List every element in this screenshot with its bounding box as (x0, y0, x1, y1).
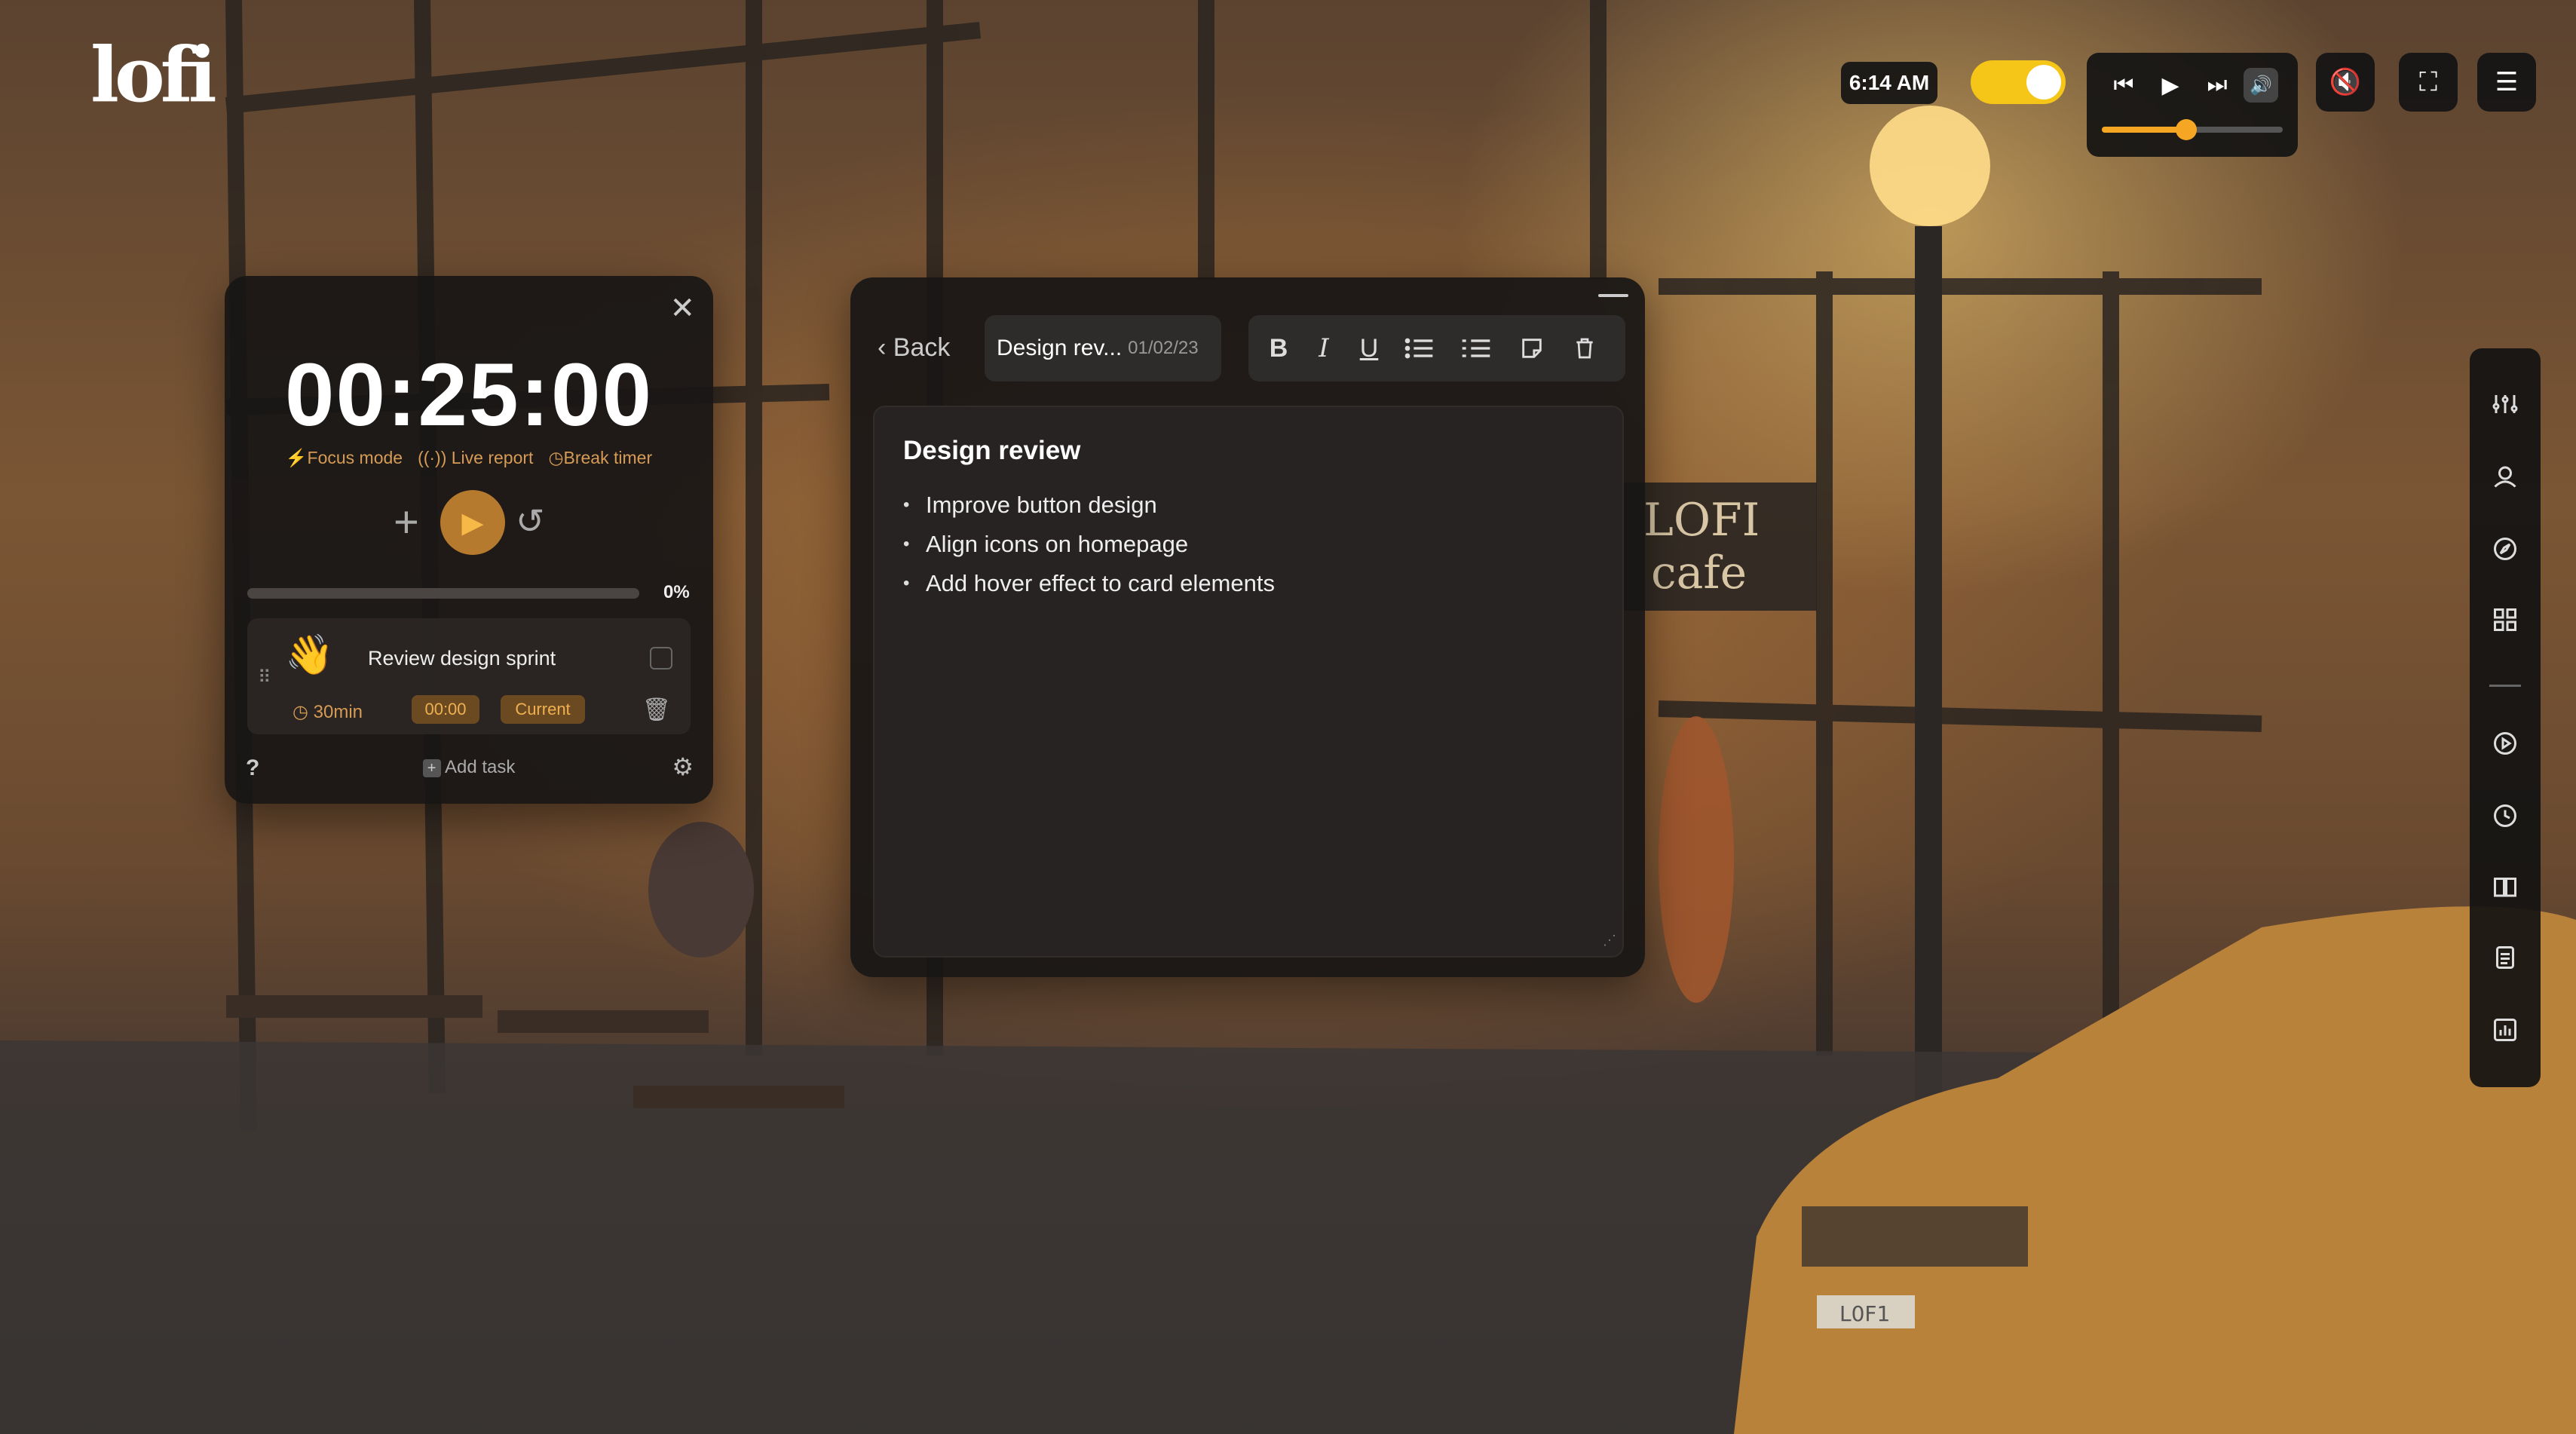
minimize-icon[interactable] (1598, 294, 1628, 297)
broadcast-icon: ((·)) (418, 448, 447, 467)
user-icon[interactable] (2483, 454, 2528, 499)
svg-text:L0F1: L0F1 (1839, 1301, 1890, 1326)
grid-icon[interactable] (2483, 597, 2528, 642)
progress-percent: 0% (663, 582, 690, 602)
note-title: Design rev... (997, 336, 1123, 360)
underline-button[interactable]: U (1349, 330, 1389, 366)
task-card[interactable]: ⠿ 👋 Review design sprint ◷ 30min 00:00 C… (247, 618, 691, 734)
play-circle-icon[interactable] (2483, 721, 2528, 766)
task-emoji: 👋 (285, 633, 334, 677)
sliders-icon[interactable] (2483, 381, 2528, 427)
trash-icon[interactable] (1565, 330, 1604, 366)
toggle-knob (2026, 65, 2061, 100)
task-time-badge: 00:00 (412, 695, 479, 724)
book-icon[interactable] (2483, 864, 2528, 909)
note-editor[interactable]: Design review Improve button design Alig… (873, 406, 1624, 958)
break-timer-link[interactable]: ◷Break timer (548, 448, 652, 468)
task-duration: ◷ 30min (293, 702, 363, 722)
pomodoro-timer-panel: ✕ 00:25:00 ⚡Focus mode ((·)) Live report… (225, 276, 713, 804)
note-bullet-list: Improve button design Align icons on hom… (903, 486, 1275, 603)
sidebar-divider (2489, 685, 2521, 687)
timer-progress-bar (247, 588, 639, 599)
lightning-icon: ⚡ (285, 448, 308, 467)
list-item: Align icons on homepage (903, 525, 1275, 564)
numbered-list-icon[interactable] (1456, 330, 1496, 366)
list-item: Improve button design (903, 486, 1275, 525)
volume-fill (2102, 127, 2185, 133)
sticky-note-icon[interactable] (1512, 330, 1551, 366)
task-title: Review design sprint (368, 647, 556, 670)
play-icon[interactable]: ▶ (2150, 65, 2191, 106)
theme-toggle[interactable] (1971, 60, 2066, 104)
notes-panel: ‹ Back Design rev... 01/02/23 B I U Desi… (850, 277, 1645, 977)
timer-icon: ◷ (293, 702, 308, 722)
next-track-icon[interactable]: ⏭ (2197, 65, 2238, 106)
note-heading: Design review (903, 436, 1081, 465)
compass-icon[interactable] (2483, 526, 2528, 571)
delete-task-icon[interactable]: 🗑 (642, 697, 671, 723)
right-sidebar (2470, 348, 2541, 1087)
timer-modes: ⚡Focus mode ((·)) Live report ◷Break tim… (225, 448, 713, 468)
italic-button[interactable]: I (1304, 330, 1343, 366)
add-time-button[interactable]: + (394, 501, 419, 544)
svg-text:LOFI: LOFI (1643, 494, 1760, 547)
chart-icon[interactable] (2483, 1007, 2528, 1053)
mute-icon[interactable]: 🔇 (2316, 53, 2375, 112)
resize-handle-icon[interactable]: ⋰ (1603, 933, 1616, 948)
play-icon: ▶ (461, 507, 484, 539)
list-item: Add hover effect to card elements (903, 564, 1275, 603)
bold-button[interactable]: B (1259, 330, 1298, 366)
lofi-logo[interactable]: lofi (90, 30, 217, 119)
clock-display: 6:14 AM (1841, 62, 1937, 104)
timer-icon: ◷ (548, 448, 564, 467)
close-icon[interactable]: ✕ (669, 291, 695, 326)
note-title-field[interactable]: Design rev... 01/02/23 (985, 315, 1221, 381)
start-timer-button[interactable]: ▶ (440, 490, 505, 555)
focus-mode-link[interactable]: ⚡Focus mode (286, 448, 403, 468)
svg-text:cafe: cafe (1651, 547, 1747, 599)
bullet-list-icon[interactable] (1399, 330, 1438, 366)
gear-icon[interactable]: ⚙ (672, 752, 694, 781)
clock-icon[interactable] (2483, 793, 2528, 838)
media-player: ⏮ ▶ ⏭ 🔊 (2087, 53, 2298, 157)
note-date: 01/02/23 (1128, 338, 1199, 358)
drag-handle-icon[interactable]: ⠿ (258, 666, 271, 688)
volume-icon[interactable]: 🔊 (2244, 68, 2278, 103)
fullscreen-icon[interactable]: ⛶ (2399, 53, 2458, 112)
volume-handle[interactable] (2176, 119, 2197, 140)
notes-icon[interactable] (2483, 935, 2528, 980)
formatting-toolbar: B I U (1248, 315, 1625, 381)
task-status-badge: Current (501, 695, 585, 724)
timer-display: 00:25:00 (284, 345, 654, 445)
live-report-link[interactable]: ((·)) Live report (418, 448, 533, 468)
reset-icon[interactable]: ↺ (516, 501, 545, 541)
add-task-button[interactable]: + Add task (225, 757, 713, 778)
volume-slider[interactable] (2102, 119, 2283, 140)
task-checkbox[interactable] (650, 647, 672, 670)
previous-track-icon[interactable]: ⏮ (2103, 65, 2144, 106)
plus-square-icon: + (422, 758, 441, 777)
menu-icon[interactable]: ☰ (2477, 53, 2536, 112)
chevron-left-icon: ‹ (878, 333, 887, 362)
back-button[interactable]: ‹ Back (878, 333, 950, 363)
